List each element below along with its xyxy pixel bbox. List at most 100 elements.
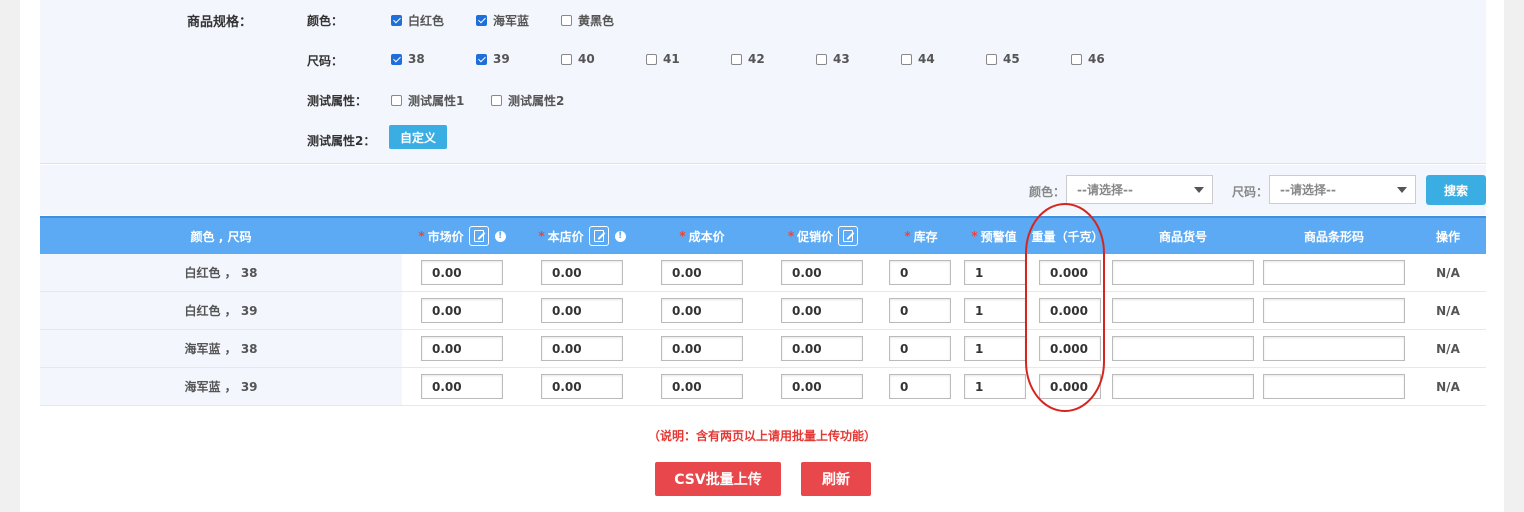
checkbox-icon <box>731 53 742 65</box>
barcode-input[interactable] <box>1263 336 1405 361</box>
th-market-price: * 市场价 ! <box>402 218 522 254</box>
action-cell: N/A <box>1436 265 1460 280</box>
market-price-input[interactable]: 0.00 <box>421 336 503 361</box>
color-checkbox-1[interactable]: 海军蓝 <box>476 12 529 29</box>
test-checkbox-1[interactable]: 测试属性2 <box>491 92 564 109</box>
batch-edit-icon[interactable] <box>468 226 489 246</box>
color-checkbox-2[interactable]: 黄黑色 <box>561 12 614 29</box>
sku-input[interactable] <box>1112 374 1254 399</box>
table-row: 白红色 ， 39 0.00 0.00 0.00 0.00 0 1 0.000 N… <box>40 292 1486 330</box>
checkbox-icon <box>491 95 502 106</box>
color-checkbox-0[interactable]: 白红色 <box>391 12 444 29</box>
size-checkbox-1[interactable]: 39 <box>476 52 510 66</box>
store-price-input[interactable]: 0.00 <box>541 336 623 361</box>
th-spec: 颜色 , 尺码 <box>190 229 252 244</box>
custom-button[interactable]: 自定义 <box>389 125 447 149</box>
checkbox-icon <box>1071 53 1082 65</box>
checkbox-icon <box>901 53 912 65</box>
spec-cell: 海军蓝 ， 38 <box>40 330 402 367</box>
spec-cell: 白红色 ， 38 <box>40 254 402 291</box>
th-store-price: * 本店价 ! <box>522 218 642 254</box>
checkbox-icon <box>561 15 572 26</box>
sku-input[interactable] <box>1112 298 1254 323</box>
sku-input[interactable] <box>1112 260 1254 285</box>
size-checkbox-7[interactable]: 45 <box>986 52 1020 66</box>
barcode-input[interactable] <box>1263 374 1405 399</box>
sku-input[interactable] <box>1112 336 1254 361</box>
table-header: 颜色 , 尺码 * 市场价 ! * 本店价 ! * 成本价 * 促销价 * 库存 * 预警值… <box>40 216 1486 254</box>
checkbox-icon <box>816 53 827 65</box>
alert-input[interactable]: 1 <box>964 374 1026 399</box>
info-icon: ! <box>614 230 626 242</box>
alert-input[interactable]: 1 <box>964 298 1026 323</box>
checkbox-icon <box>476 53 487 65</box>
filter-color-label: 颜色： <box>1029 185 1066 199</box>
size-checkbox-4[interactable]: 42 <box>731 52 765 66</box>
csv-upload-button[interactable]: CSV批量上传 <box>655 462 781 496</box>
th-action: 操作 <box>1435 229 1460 244</box>
checkbox-icon <box>476 15 487 26</box>
filter-size-select[interactable]: --请选择-- <box>1269 175 1416 204</box>
spec-cell: 海军蓝 ， 39 <box>40 368 402 405</box>
cost-price-input[interactable]: 0.00 <box>661 260 743 285</box>
test-checkbox-0[interactable]: 测试属性1 <box>391 92 464 109</box>
store-price-input[interactable]: 0.00 <box>541 374 623 399</box>
stock-input[interactable]: 0 <box>889 298 951 323</box>
batch-edit-icon[interactable] <box>838 226 859 246</box>
spec-title: 商品规格： <box>187 15 253 30</box>
th-cost-price: * 成本价 <box>679 229 725 244</box>
barcode-input[interactable] <box>1263 298 1405 323</box>
filter-color-select[interactable]: --请选择-- <box>1066 175 1213 204</box>
promo-price-input[interactable]: 0.00 <box>781 336 863 361</box>
promo-price-input[interactable]: 0.00 <box>781 298 863 323</box>
size-checkbox-2[interactable]: 40 <box>561 52 595 66</box>
table-row: 白红色 ， 38 0.00 0.00 0.00 0.00 0 1 0.000 N… <box>40 254 1486 292</box>
table-row: 海军蓝 ， 39 0.00 0.00 0.00 0.00 0 1 0.000 N… <box>40 368 1486 406</box>
spec-selection-area: 商品规格： 颜色： 白红色 海军蓝 黄黑色 尺码： 38 39 40 41 42… <box>40 0 1486 164</box>
th-alert: * 预警值 <box>971 229 1017 244</box>
test-row-label: 测试属性： <box>307 94 368 108</box>
stock-input[interactable]: 0 <box>889 260 951 285</box>
cost-price-input[interactable]: 0.00 <box>661 336 743 361</box>
alert-input[interactable]: 1 <box>964 336 1026 361</box>
size-checkbox-3[interactable]: 41 <box>646 52 680 66</box>
cost-price-input[interactable]: 0.00 <box>661 374 743 399</box>
th-stock: * 库存 <box>904 229 938 244</box>
size-row-label: 尺码： <box>307 54 344 68</box>
market-price-input[interactable]: 0.00 <box>421 298 503 323</box>
th-sku: 商品货号 <box>1158 229 1207 244</box>
checkbox-icon <box>391 15 402 26</box>
barcode-input[interactable] <box>1263 260 1405 285</box>
action-cell: N/A <box>1436 379 1460 394</box>
size-checkbox-5[interactable]: 43 <box>816 52 850 66</box>
filter-bar: 颜色： --请选择-- 尺码： --请选择-- 搜索 <box>40 165 1486 215</box>
checkbox-icon <box>391 95 402 106</box>
checkbox-icon <box>561 53 572 65</box>
cost-price-input[interactable]: 0.00 <box>661 298 743 323</box>
market-price-input[interactable]: 0.00 <box>421 374 503 399</box>
action-cell: N/A <box>1436 341 1460 356</box>
market-price-input[interactable]: 0.00 <box>421 260 503 285</box>
search-button[interactable]: 搜索 <box>1426 175 1486 205</box>
size-checkbox-6[interactable]: 44 <box>901 52 935 66</box>
table-row: 海军蓝 ， 38 0.00 0.00 0.00 0.00 0 1 0.000 N… <box>40 330 1486 368</box>
alert-input[interactable]: 1 <box>964 260 1026 285</box>
promo-price-input[interactable]: 0.00 <box>781 260 863 285</box>
size-checkbox-8[interactable]: 46 <box>1071 52 1105 66</box>
filter-size-label: 尺码： <box>1232 185 1269 199</box>
checkbox-icon <box>986 53 997 65</box>
refresh-button[interactable]: 刷新 <box>801 462 871 496</box>
stock-input[interactable]: 0 <box>889 336 951 361</box>
store-price-input[interactable]: 0.00 <box>541 260 623 285</box>
checkbox-icon <box>391 53 402 65</box>
upload-note: （说明：含有两页以上请用批量上传功能） <box>647 429 876 443</box>
batch-edit-icon[interactable] <box>588 226 609 246</box>
size-checkbox-0[interactable]: 38 <box>391 52 425 66</box>
color-row-label: 颜色： <box>307 14 344 28</box>
promo-price-input[interactable]: 0.00 <box>781 374 863 399</box>
th-barcode: 商品条形码 <box>1303 229 1364 244</box>
stock-input[interactable]: 0 <box>889 374 951 399</box>
weight-column-highlight <box>1025 203 1105 412</box>
store-price-input[interactable]: 0.00 <box>541 298 623 323</box>
test2-row-label: 测试属性2： <box>307 134 376 148</box>
